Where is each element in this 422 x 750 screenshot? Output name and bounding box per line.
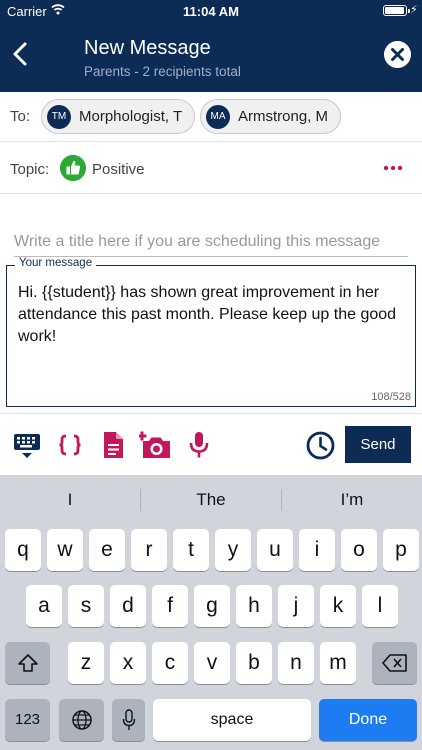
key-e[interactable]: e	[89, 529, 125, 571]
status-time: 11:04 AM	[183, 4, 239, 19]
recipient-chip[interactable]: TM Morphologist, T	[41, 99, 195, 134]
key-g[interactable]: g	[194, 585, 230, 627]
back-button[interactable]	[8, 40, 34, 68]
key-u[interactable]: u	[257, 529, 293, 571]
shift-key[interactable]	[5, 642, 50, 684]
battery-icon	[383, 5, 410, 16]
key-v[interactable]: v	[194, 642, 230, 684]
schedule-clock-icon[interactable]	[305, 430, 336, 461]
page-title: New Message	[84, 37, 211, 59]
key-a[interactable]: a	[26, 585, 62, 627]
key-i[interactable]: i	[299, 529, 335, 571]
space-key[interactable]: space	[153, 699, 311, 741]
recipient-chip[interactable]: MA Armstrong, M	[200, 99, 341, 134]
message-title-input[interactable]	[14, 227, 408, 257]
key-f[interactable]: f	[152, 585, 188, 627]
suggestion-item[interactable]: The	[141, 475, 281, 525]
key-l[interactable]: l	[362, 585, 398, 627]
shift-icon	[17, 654, 38, 672]
key-q[interactable]: q	[5, 529, 41, 571]
key-m[interactable]: m	[320, 642, 356, 684]
keyboard: I The I’m qwertyuiop asdfghjkl zxcvbnm 123…	[0, 475, 422, 750]
backspace-icon	[381, 654, 407, 672]
more-options-icon[interactable]	[383, 164, 403, 172]
message-label: Your message	[15, 257, 97, 269]
template-document-icon[interactable]	[98, 430, 128, 460]
variables-icon[interactable]	[55, 430, 85, 460]
close-button[interactable]	[384, 41, 411, 68]
suggestion-item[interactable]: I	[0, 475, 140, 525]
message-box[interactable]: Your message Hi. {{student}} has shown g…	[6, 257, 416, 407]
suggestion-item[interactable]: I’m	[282, 475, 422, 525]
topic-value: Positive	[92, 161, 145, 178]
microphone-icon[interactable]	[184, 430, 214, 460]
key-n[interactable]: n	[278, 642, 314, 684]
charging-icon: ⚡	[410, 4, 418, 16]
dictation-key[interactable]	[112, 699, 145, 741]
compose-toolbar: Send	[0, 413, 422, 475]
recipient-name: Morphologist, T	[79, 108, 183, 125]
key-y[interactable]: y	[215, 529, 251, 571]
key-z[interactable]: z	[68, 642, 104, 684]
send-button[interactable]: Send	[345, 426, 411, 463]
status-bar: Carrier 11:04 AM ⚡	[0, 0, 422, 22]
key-t[interactable]: t	[173, 529, 209, 571]
topic-label: Topic:	[10, 161, 50, 178]
key-b[interactable]: b	[236, 642, 272, 684]
done-key[interactable]: Done	[319, 699, 417, 741]
key-j[interactable]: j	[278, 585, 314, 627]
numbers-key[interactable]: 123	[5, 699, 50, 741]
key-x[interactable]: x	[110, 642, 146, 684]
topic-row[interactable]: Topic: Positive	[0, 142, 422, 194]
keyboard-icon[interactable]	[12, 430, 42, 460]
key-s[interactable]: s	[68, 585, 104, 627]
key-h[interactable]: h	[236, 585, 272, 627]
key-c[interactable]: c	[152, 642, 188, 684]
to-label: To:	[10, 108, 31, 125]
recipient-name: Armstrong, M	[238, 108, 329, 125]
recipient-summary: Parents - 2 recipients total	[84, 64, 241, 79]
key-r[interactable]: r	[131, 529, 167, 571]
globe-icon	[71, 710, 92, 730]
recipients-row: To: TM Morphologist, T MA Armstrong, M	[0, 92, 422, 142]
delete-key[interactable]	[372, 642, 417, 684]
character-count: 108/528	[371, 391, 411, 403]
key-o[interactable]: o	[341, 529, 377, 571]
message-text[interactable]: Hi. {{student}} has shown great improvem…	[18, 282, 403, 348]
avatar: TM	[47, 105, 71, 129]
microphone-icon	[122, 709, 135, 730]
thumbs-up-icon	[60, 155, 86, 181]
key-w[interactable]: w	[47, 529, 83, 571]
key-d[interactable]: d	[110, 585, 146, 627]
avatar: MA	[206, 105, 230, 129]
key-p[interactable]: p	[383, 529, 419, 571]
header-bar: Carrier 11:04 AM ⚡ New Message Parents -…	[0, 0, 422, 92]
add-photo-icon[interactable]	[139, 430, 173, 460]
key-k[interactable]: k	[320, 585, 356, 627]
globe-key[interactable]	[59, 699, 104, 741]
